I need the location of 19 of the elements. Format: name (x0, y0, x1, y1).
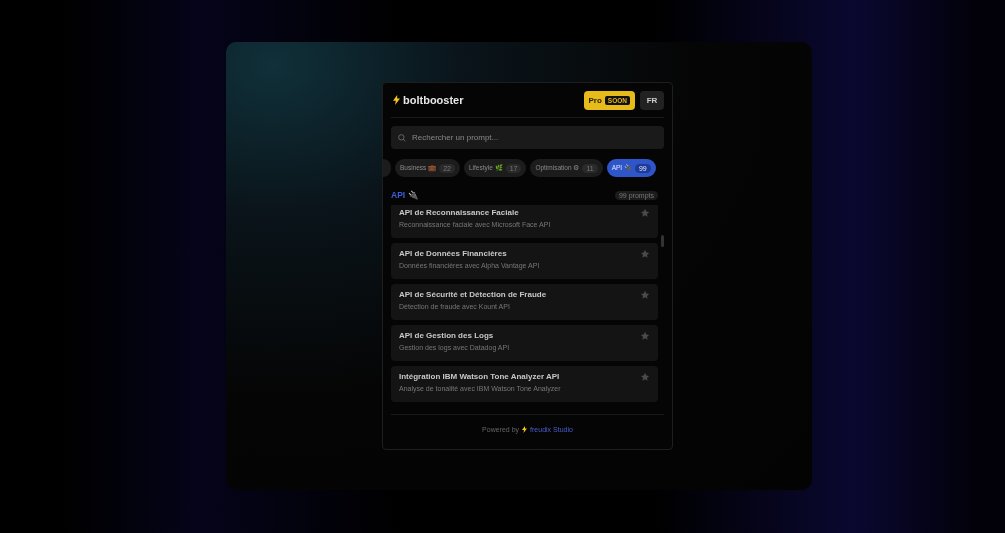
star-icon[interactable] (640, 208, 650, 218)
app-title: boltbooster (403, 94, 464, 106)
prompt-title: API de Reconnaissance Faciale (399, 208, 520, 217)
category-chip[interactable] (383, 159, 391, 177)
search-field[interactable]: Rechercher un prompt... (391, 126, 664, 149)
bolt-icon (393, 95, 400, 105)
prompt-title: Intégration IBM Watson Tone Analyzer API (399, 372, 561, 381)
prompt-title: API de Sécurité et Détection de Fraude (399, 290, 547, 299)
star-icon[interactable] (640, 372, 650, 382)
bolt-icon (522, 425, 528, 433)
scrollbar-thumb[interactable] (661, 235, 664, 247)
star-icon[interactable] (640, 290, 650, 300)
prompt-title: API de Gestion des Logs (399, 331, 495, 340)
section-title: API 🔌 (391, 190, 419, 200)
prompt-title: API de Données Financières (399, 249, 508, 258)
search-icon (398, 133, 406, 142)
star-icon[interactable] (640, 331, 650, 341)
language-button[interactable]: FR (640, 90, 664, 110)
star-icon[interactable] (640, 249, 650, 259)
